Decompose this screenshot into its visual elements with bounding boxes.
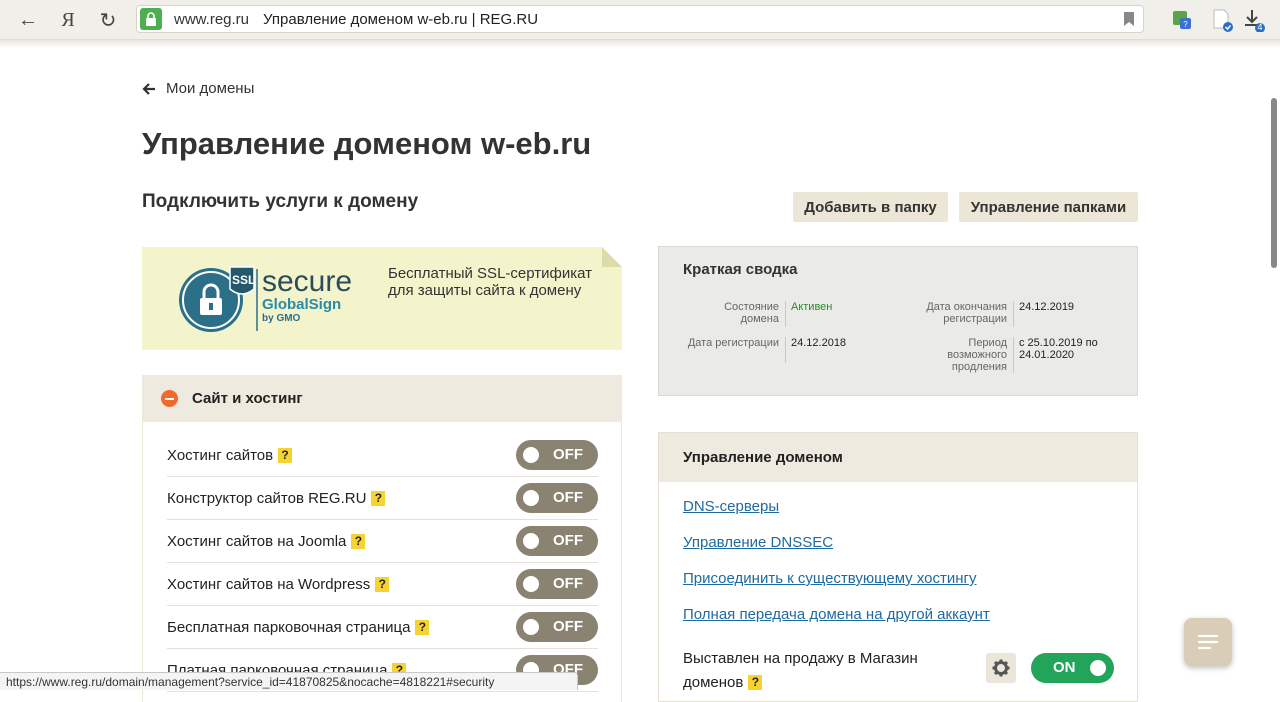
yandex-icon[interactable]: Я [55,7,81,33]
url-host: www.reg.ru [174,10,250,28]
back-arrow-icon[interactable]: ← [15,7,41,33]
help-icon[interactable]: ? [748,675,763,690]
hosting-section-title: Сайт и хостинг [192,390,303,407]
dns-servers-link[interactable]: DNS-серверы [683,498,779,515]
help-icon[interactable]: ? [351,533,366,549]
reload-icon[interactable]: ↻ [95,7,121,33]
page-sync-icon[interactable] [1210,8,1234,32]
downloads-count-badge: 4 [1257,22,1263,32]
summary-panel: Краткая сводка Состояние домена Активен … [658,246,1138,396]
free-parking-toggle[interactable]: OFF [516,612,598,642]
lock-icon [140,8,162,30]
reg-date-value: 24.12.2018 [785,337,905,363]
ssl-promo-text: Бесплатный SSL-сертификат для защиты сай… [388,265,593,299]
help-icon[interactable]: ? [371,490,386,506]
extension-icon[interactable]: ? [1170,8,1194,32]
help-icon[interactable]: ? [375,576,390,592]
dnssec-link[interactable]: Управление DNSSEC [683,534,833,551]
service-row-constructor: Конструктор сайтов REG.RU? OFF [167,477,598,520]
chat-widget-button[interactable] [1184,618,1232,666]
service-row-hosting: Хостинг сайтов? OFF [167,434,598,477]
renew-period-value: с 25.10.2019 по 24.01.2020 [1013,337,1113,373]
banner-corner-fold [602,247,622,267]
for-sale-label: Выставлен на продажу в Магазин доменов? [683,650,918,691]
service-label: Хостинг сайтов на Wordpress? [167,576,390,593]
for-sale-toggle[interactable]: ON [1031,653,1114,683]
manage-folders-button[interactable]: Управление папками [959,192,1138,222]
collapse-minus-icon[interactable] [161,390,178,407]
renew-period-label: Период возможного продления [947,337,1007,373]
domain-management-header: Управление доменом [659,433,1137,482]
wordpress-toggle[interactable]: OFF [516,569,598,599]
downloads-icon[interactable]: 4 [1242,8,1266,33]
attach-hosting-link[interactable]: Присоединить к существующему хостингу [683,570,977,587]
end-date-value: 24.12.2019 [1013,301,1123,327]
service-label: Хостинг сайтов? [167,447,293,464]
toolbar-shadow [0,40,1280,48]
chat-icon [1197,634,1219,650]
joomla-toggle[interactable]: OFF [516,526,598,556]
globalsign-logo: SSL secure GlobalSign by GMO [178,265,352,335]
reg-date-label: Дата регистрации [687,337,779,349]
bookmark-icon[interactable] [1123,11,1135,27]
help-icon[interactable]: ? [415,619,430,635]
ssl-badge-text: SSL [232,273,256,287]
add-to-folder-button[interactable]: Добавить в папку [793,192,948,222]
service-row-joomla: Хостинг сайтов на Joomla? OFF [167,520,598,563]
hosting-section-header[interactable]: Сайт и хостинг [142,375,622,422]
end-date-label: Дата окончания регистрации [926,301,1007,325]
address-bar[interactable]: www.reg.ru Управление доменом w-eb.ru | … [136,5,1144,33]
status-label: Состояние домена [724,301,779,325]
page-title: Управление доменом w-eb.ru [142,126,592,161]
domain-management-title: Управление доменом [683,449,843,466]
service-label: Бесплатная парковочная страница? [167,619,430,636]
service-label: Хостинг сайтов на Joomla? [167,533,366,550]
hosting-services-list: Хостинг сайтов? OFF Конструктор сайтов R… [142,422,622,702]
constructor-toggle[interactable]: OFF [516,483,598,513]
connect-services-title: Подключить услуги к домену [142,191,419,212]
help-icon[interactable]: ? [278,447,293,463]
secure-wordmark: secure [262,265,353,298]
scrollbar-thumb[interactable] [1271,98,1277,268]
url-page-title: Управление доменом w-eb.ru | REG.RU [263,10,539,28]
svg-text:?: ? [1183,20,1188,29]
gear-icon [992,659,1010,677]
service-row-free-parking: Бесплатная парковочная страница? OFF [167,606,598,649]
arrow-left-icon [142,82,155,95]
sale-settings-button[interactable] [986,653,1016,683]
service-label: Конструктор сайтов REG.RU? [167,490,386,507]
domain-management-panel: Управление доменом DNS-серверы Управлени… [658,432,1138,702]
browser-toolbar: ← Я ↻ www.reg.ru Управление доменом w-eb… [0,0,1280,40]
back-to-my-domains-link[interactable]: Мои домены [142,80,254,97]
status-value: Активен [785,301,905,327]
status-bar-url: https://www.reg.ru/domain/management?ser… [0,672,578,690]
hosting-toggle[interactable]: OFF [516,440,598,470]
transfer-domain-link[interactable]: Полная передача домена на другой аккаунт [683,606,990,623]
summary-title: Краткая сводка [683,261,798,278]
ssl-promo-banner[interactable]: SSL secure GlobalSign by GMO Бесплатный … [142,247,622,350]
globalsign-wordmark: GlobalSign [262,296,342,313]
service-row-wordpress: Хостинг сайтов на Wordpress? OFF [167,563,598,606]
back-link-label[interactable]: Мои домены [166,80,254,97]
gmo-wordmark: by GMO [262,313,301,324]
